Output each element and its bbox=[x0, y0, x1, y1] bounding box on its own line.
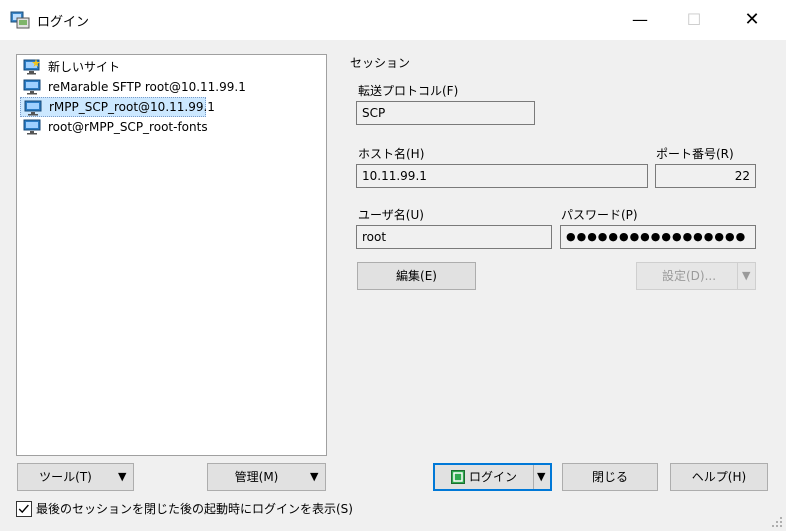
login-button-label: ログイン bbox=[469, 470, 518, 484]
user-label: ユーザ名(U) bbox=[358, 208, 424, 222]
protocol-select[interactable]: SCP bbox=[356, 101, 535, 125]
site-item-root-fonts[interactable]: root@rMPP_SCP_root-fonts bbox=[20, 117, 208, 137]
show-login-checkbox[interactable] bbox=[16, 501, 32, 517]
manage-button[interactable]: 管理(M) ▼ bbox=[207, 463, 326, 491]
protocol-label: 転送プロトコル(F) bbox=[358, 84, 459, 98]
window-title: ログイン bbox=[37, 15, 90, 30]
close-window-button[interactable]: ✕ bbox=[730, 4, 774, 36]
user-input[interactable]: root bbox=[356, 225, 552, 249]
edit-button[interactable]: 編集(E) bbox=[357, 262, 476, 290]
host-label: ホスト名(H) bbox=[358, 147, 425, 161]
title-bar: ログイン — ☐ ✕ bbox=[0, 0, 786, 40]
chevron-down-icon[interactable]: ▼ bbox=[537, 465, 545, 489]
settings-button-label: 設定(D)... bbox=[661, 269, 717, 283]
protocol-value: SCP bbox=[362, 106, 386, 120]
tools-button-label: ツール(T) bbox=[39, 470, 92, 484]
password-label: パスワード(P) bbox=[561, 208, 638, 222]
chevron-down-icon: ▼ bbox=[118, 470, 127, 483]
session-group-label: セッション bbox=[350, 56, 411, 70]
resize-grip-icon[interactable] bbox=[771, 516, 783, 528]
site-tree[interactable]: 新しいサイト reMarable SFTP root@10.11.99.1 rM… bbox=[16, 54, 327, 456]
split-separator bbox=[533, 465, 534, 489]
site-item-remarkable-sftp[interactable]: reMarable SFTP root@10.11.99.1 bbox=[20, 77, 246, 97]
split-separator bbox=[737, 263, 738, 289]
checkmark-icon bbox=[18, 504, 29, 514]
monitor-icon bbox=[23, 119, 41, 135]
maximize-button[interactable]: ☐ bbox=[672, 4, 716, 36]
show-login-checkbox-label: 最後のセッションを閉じた後の起動時にログインを表示(S) bbox=[36, 502, 353, 516]
site-item-rmpp-scp[interactable]: rMPP_SCP_root@10.11.99.1 bbox=[20, 97, 215, 117]
chevron-down-icon: ▼ bbox=[310, 470, 319, 483]
site-item-label: reMarable SFTP root@10.11.99.1 bbox=[48, 80, 246, 94]
password-value: ●●●●●●●●●●●●●●●●● bbox=[566, 230, 747, 243]
new-site-icon bbox=[23, 59, 40, 75]
monitor-icon bbox=[23, 79, 41, 95]
site-item-label: root@rMPP_SCP_root-fonts bbox=[48, 120, 208, 134]
host-value: 10.11.99.1 bbox=[362, 169, 427, 183]
login-icon bbox=[451, 470, 465, 484]
tools-button[interactable]: ツール(T) ▼ bbox=[17, 463, 134, 491]
settings-split-button[interactable]: 設定(D)... ▼ bbox=[636, 262, 756, 290]
port-value: 22 bbox=[734, 169, 750, 183]
help-button[interactable]: ヘルプ(H) bbox=[670, 463, 768, 491]
login-split-button[interactable]: ログイン ▼ bbox=[433, 463, 552, 491]
site-item-new[interactable]: 新しいサイト bbox=[20, 57, 206, 77]
close-button[interactable]: 閉じる bbox=[562, 463, 658, 491]
minimize-button[interactable]: — bbox=[618, 4, 662, 36]
manage-button-label: 管理(M) bbox=[234, 470, 279, 484]
site-item-label: 新しいサイト bbox=[48, 60, 121, 74]
monitor-icon bbox=[24, 100, 42, 116]
port-label: ポート番号(R) bbox=[656, 147, 734, 161]
app-icon bbox=[10, 11, 30, 29]
password-input[interactable]: ●●●●●●●●●●●●●●●●● bbox=[560, 225, 756, 249]
port-input[interactable]: 22 bbox=[655, 164, 756, 188]
site-item-label: rMPP_SCP_root@10.11.99.1 bbox=[49, 100, 215, 114]
chevron-down-icon: ▼ bbox=[742, 269, 751, 282]
host-input[interactable]: 10.11.99.1 bbox=[356, 164, 648, 188]
user-value: root bbox=[362, 230, 387, 244]
